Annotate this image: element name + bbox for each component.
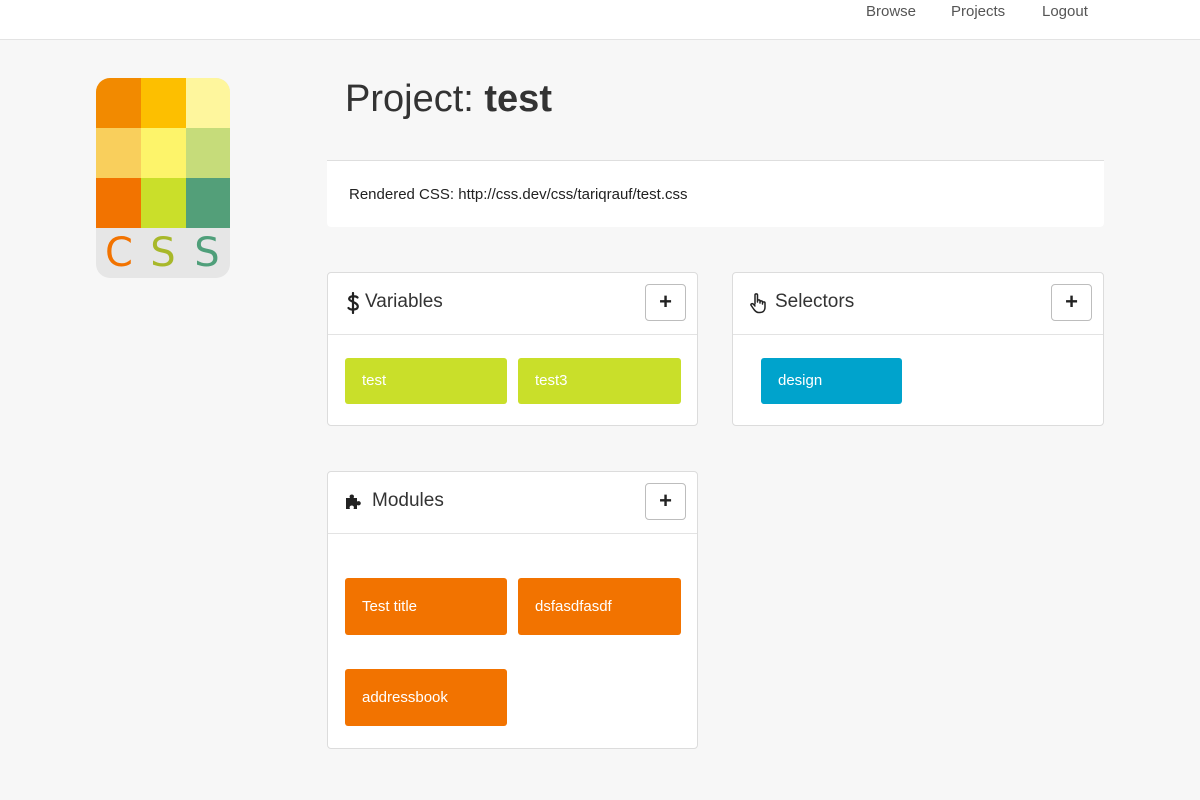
puzzle-icon [344, 491, 362, 513]
page-title-project-name: test [484, 78, 552, 120]
page-title: Project: test [345, 78, 552, 121]
variables-panel-title: Variables [365, 291, 443, 312]
css-logo: C S S [96, 78, 230, 278]
variables-panel-header: Variables + [328, 273, 697, 335]
variable-chip[interactable]: test3 [518, 358, 681, 404]
rendered-css-text: Rendered CSS: http://css.dev/css/tariqra… [349, 186, 687, 203]
nav-browse-link[interactable]: Browse [866, 3, 916, 20]
selector-chip[interactable]: design [761, 358, 902, 404]
dollar-icon [344, 291, 362, 315]
pointer-hand-icon [749, 292, 767, 314]
logo-cell [96, 78, 141, 128]
nav-logout-link[interactable]: Logout [1042, 3, 1088, 20]
logo-cell [186, 178, 230, 228]
variable-chip[interactable]: test [345, 358, 507, 404]
top-navbar: Browse Projects Logout [0, 0, 1200, 40]
rendered-css-label: Rendered CSS: [349, 186, 455, 203]
logo-letter-s2: S [194, 230, 220, 276]
module-chip[interactable]: addressbook [345, 669, 507, 726]
modules-panel-header: Modules + [328, 472, 697, 534]
logo-cell [141, 78, 186, 128]
selectors-panel-title: Selectors [775, 291, 855, 312]
logo-letter-c: C [105, 230, 133, 276]
module-chip[interactable]: Test title [345, 578, 507, 635]
logo-cell [186, 128, 230, 178]
page-title-prefix: Project: [345, 78, 474, 120]
rendered-css-url[interactable]: http://css.dev/css/tariqrauf/test.css [458, 186, 687, 203]
rendered-css-box: Rendered CSS: http://css.dev/css/tariqra… [327, 160, 1104, 227]
logo-cell [141, 178, 186, 228]
logo-letter-s1: S [150, 230, 176, 276]
add-module-button[interactable]: + [645, 483, 686, 520]
logo-cell [96, 178, 141, 228]
modules-panel: Modules + Test title dsfasdfasdf address… [327, 471, 698, 749]
add-variable-button[interactable]: + [645, 284, 686, 321]
module-chip[interactable]: dsfasdfasdf [518, 578, 681, 635]
selectors-panel: Selectors + design [732, 272, 1104, 426]
modules-panel-title: Modules [372, 490, 444, 511]
add-selector-button[interactable]: + [1051, 284, 1092, 321]
selectors-panel-header: Selectors + [733, 273, 1103, 335]
variables-panel: Variables + test test3 [327, 272, 698, 426]
nav-projects-link[interactable]: Projects [951, 3, 1005, 20]
logo-cell [96, 128, 141, 178]
logo-cell [141, 128, 186, 178]
logo-cell [186, 78, 230, 128]
